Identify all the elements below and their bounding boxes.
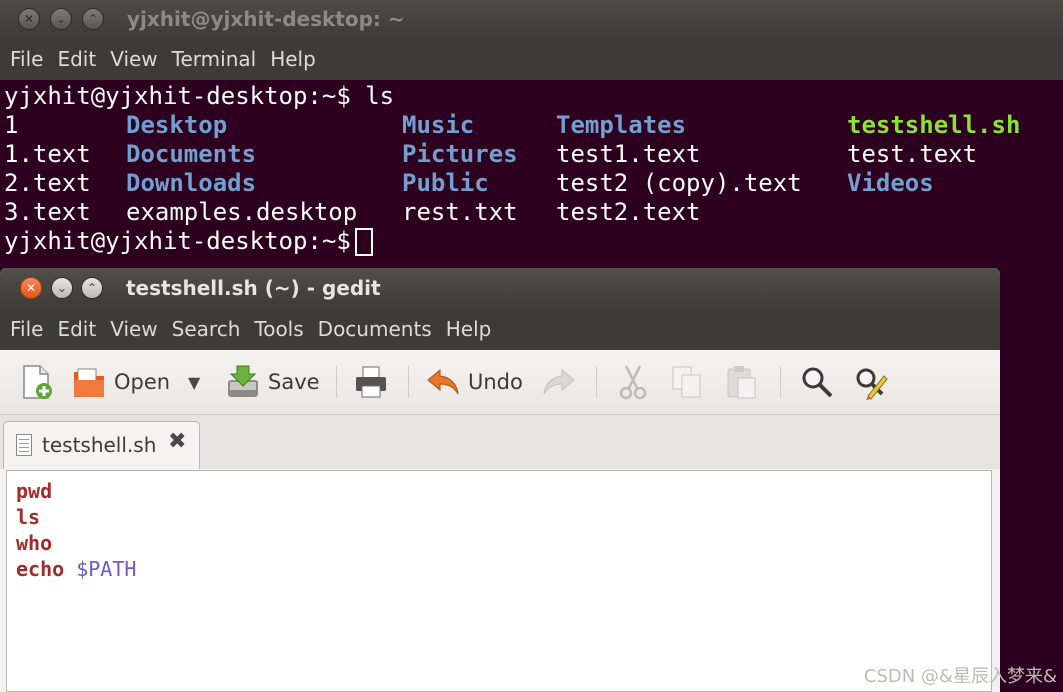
toolbar-separator [336,366,337,398]
new-button[interactable] [20,360,54,404]
toolbar-separator [780,366,781,398]
list-item-dir: Public [402,169,489,197]
menu-edit[interactable]: Edit [57,47,96,71]
terminal-title: yjxhit@yjxhit-desktop: ~ [127,7,405,31]
list-item-exec: testshell.sh [847,111,1021,139]
list-item: 1.text [4,140,91,168]
open-button[interactable]: Open [72,360,170,404]
prompt-line: yjxhit@yjxhit-desktop:~$ [4,227,373,256]
list-item: 2.text [4,169,91,197]
gedit-window: ✕ ⌄ ⌃ testshell.sh (~) - gedit File Edit… [0,268,1000,692]
copy-button[interactable] [670,360,704,404]
save-icon [228,365,258,397]
save-label: Save [268,370,320,394]
undo-icon [427,368,459,395]
menu-terminal[interactable]: Terminal [172,47,257,71]
watermark: CSDN @&星辰入梦来& [863,666,1057,687]
maximize-icon[interactable]: ⌃ [82,8,104,30]
menu-file[interactable]: File [10,47,43,71]
find-replace-icon [856,368,888,400]
list-item-dir: Pictures [402,140,518,168]
copy-icon [672,366,701,398]
list-item-dir: Templates [556,111,687,139]
list-item-dir: Documents [126,140,257,168]
code-line: echo $PATH [16,556,136,582]
open-folder-icon [74,368,104,397]
undo-label: Undo [468,370,523,394]
menu-search[interactable]: Search [172,317,241,341]
list-item-dir: Music [402,111,475,139]
search-icon [802,367,833,398]
gedit-titlebar: ✕ ⌄ ⌃ testshell.sh (~) - gedit [0,268,1000,308]
maximize-icon[interactable]: ⌃ [81,277,103,299]
redo-icon [543,368,575,395]
menu-help[interactable]: Help [446,317,492,341]
redo-button[interactable] [542,360,576,404]
replace-button[interactable] [854,360,888,404]
print-button[interactable] [354,360,388,404]
text-cursor [354,228,373,256]
close-icon[interactable]: ✕ [18,8,40,30]
list-item-dir: Downloads [126,169,257,197]
list-item: test.text [847,140,978,168]
menu-tools[interactable]: Tools [254,317,303,341]
undo-button[interactable]: Undo [426,360,523,404]
tab-testshell[interactable]: testshell.sh ✖ [3,421,200,469]
list-item: 3.text [4,198,91,226]
toolbar-separator [596,366,597,398]
command: ls [350,82,395,110]
code-variable: $PATH [64,557,137,581]
menu-documents[interactable]: Documents [318,317,432,341]
list-item: examples.desktop [126,198,358,226]
menu-file[interactable]: File [10,317,43,341]
gedit-title: testshell.sh (~) - gedit [126,276,381,300]
chevron-down-icon: ▼ [188,372,201,392]
scissors-icon [619,365,647,400]
list-item: 1 [4,111,19,139]
close-icon[interactable]: ✕ [20,277,42,299]
code-line: who [16,531,53,555]
printer-icon [356,366,386,398]
gedit-menubar: File Edit View Search Tools Documents He… [0,308,1000,350]
save-button[interactable]: Save [226,360,320,404]
menu-view[interactable]: View [110,317,157,341]
list-item: test1.text [556,140,701,168]
toolbar-separator [408,366,409,398]
menu-edit[interactable]: Edit [57,317,96,341]
list-item: rest.txt [402,198,518,226]
menu-view[interactable]: View [110,47,157,71]
minimize-icon[interactable]: ⌄ [50,8,72,30]
code-line: ls [16,505,41,529]
close-tab-icon[interactable]: ✖ [168,429,186,454]
cut-button[interactable] [616,360,650,404]
prompt: yjxhit@yjxhit-desktop:~$ [4,82,351,110]
list-item-dir: Desktop [126,111,228,139]
list-item-dir: Videos [847,169,934,197]
find-button[interactable] [800,360,834,404]
toolbar: Open ▼ Save Undo [0,350,1000,415]
paste-button[interactable] [724,360,758,404]
list-item: test2.text [556,198,701,226]
command-line: yjxhit@yjxhit-desktop:~$ ls [4,82,394,111]
text-file-icon [16,434,32,456]
open-recent-dropdown[interactable]: ▼ [188,360,200,404]
text-editor[interactable]: pwd ls who echo $PATH [6,470,992,692]
terminal-menubar: File Edit View Terminal Help [0,38,1063,80]
minimize-icon[interactable]: ⌄ [51,277,73,299]
menu-help[interactable]: Help [270,47,316,71]
paste-icon [727,366,756,399]
list-item: test2 (copy).text [556,169,802,197]
document-tabbar: testshell.sh ✖ [0,415,1000,469]
new-document-icon [23,365,52,399]
prompt: yjxhit@yjxhit-desktop:~$ [4,227,351,255]
tab-label: testshell.sh [42,433,157,457]
terminal-titlebar: ✕ ⌄ ⌃ yjxhit@yjxhit-desktop: ~ [0,0,1063,38]
code-line: pwd [16,479,53,503]
code-keyword: echo [16,557,65,581]
open-label: Open [114,370,171,394]
